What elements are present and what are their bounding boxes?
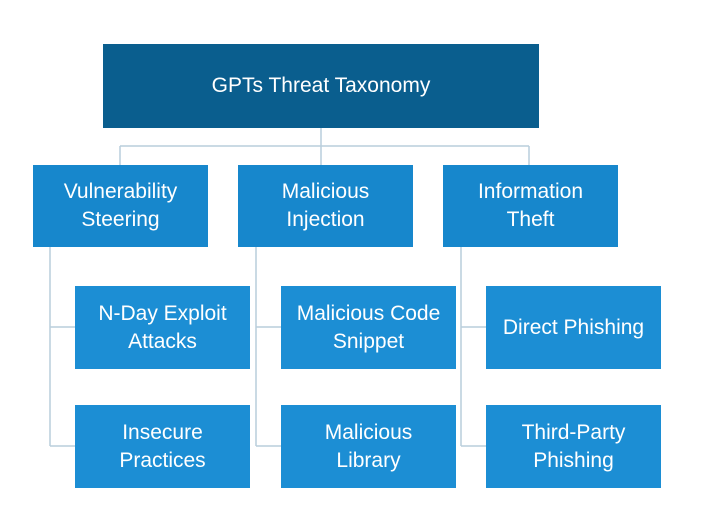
leaf-label: Third-Party Phishing [521, 420, 626, 472]
root-title: GPTs Threat Taxonomy [211, 74, 431, 97]
leaf-n-day-exploit-attacks: N-Day Exploit Attacks [75, 286, 250, 369]
leaf-label: Malicious Code Snippet [296, 301, 441, 353]
root-node: GPTs Threat Taxonomy [103, 44, 539, 128]
leaf-label: Malicious Library [324, 420, 413, 472]
category-label: Malicious Injection [281, 180, 370, 231]
category-malicious-injection: Malicious Injection [238, 165, 413, 247]
leaf-label: Direct Phishing [502, 315, 645, 339]
leaf-direct-phishing: Direct Phishing [486, 286, 661, 369]
leaf-label: N-Day Exploit Attacks [98, 301, 227, 353]
leaf-insecure-practices: Insecure Practices [75, 405, 250, 488]
category-label: Information Theft [477, 180, 584, 231]
category-information-theft: Information Theft [443, 165, 618, 247]
category-label: Vulnerability Steering [63, 180, 178, 231]
leaf-malicious-code-snippet: Malicious Code Snippet [281, 286, 456, 369]
leaf-label: Insecure Practices [119, 420, 206, 472]
leaf-third-party-phishing: Third-Party Phishing [486, 405, 661, 488]
category-vulnerability-steering: Vulnerability Steering [33, 165, 208, 247]
leaf-malicious-library: Malicious Library [281, 405, 456, 488]
